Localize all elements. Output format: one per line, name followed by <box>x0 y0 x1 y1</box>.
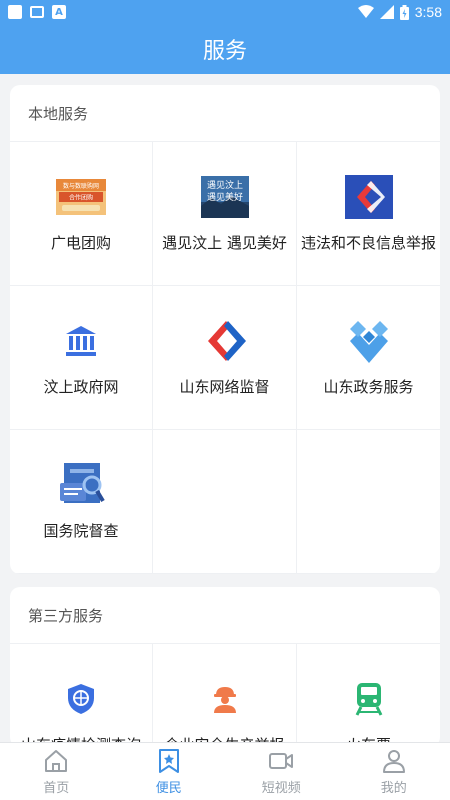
svg-text:遇见美好: 遇见美好 <box>206 191 242 203</box>
wifi-icon <box>357 5 374 18</box>
home-icon <box>45 749 68 772</box>
nav-services[interactable]: 便民 <box>113 743 226 800</box>
service-report[interactable]: 违法和不良信息举报 <box>297 142 440 286</box>
video-camera-icon <box>269 752 294 769</box>
service-state-council[interactable]: 国务院督查 <box>10 430 153 574</box>
third-party-services-grid: 山东疫情检测查询 企业安全生产举报 <box>10 644 440 747</box>
report-icon <box>344 174 394 220</box>
service-epidemic-query[interactable]: 山东疫情检测查询 <box>10 644 153 747</box>
shield-check-icon <box>56 676 106 722</box>
service-label: 违法和不良信息举报 <box>300 234 436 252</box>
state-council-inspection-icon <box>56 462 106 508</box>
nav-home[interactable]: 首页 <box>0 743 113 800</box>
local-services-header: 本地服务 <box>10 85 440 142</box>
page-title: 服务 <box>202 39 247 64</box>
service-wenshang[interactable]: 遇见汶上 遇见美好 遇见汶上 遇见美好 <box>153 142 297 286</box>
empty-cell <box>153 430 297 574</box>
service-label: 遇见汶上 遇见美好 <box>162 234 287 252</box>
nav-label: 首页 <box>43 780 70 796</box>
service-shandong-gov-service[interactable]: 山东政务服务 <box>297 286 440 430</box>
service-label: 国务院督查 <box>43 522 119 540</box>
status-right: 3:58 <box>357 4 442 20</box>
nav-short-video[interactable]: 短视频 <box>225 743 338 800</box>
bookmark-star-icon <box>158 748 179 773</box>
notification-icon <box>8 5 22 19</box>
service-train-ticket[interactable]: 火车票 <box>297 644 440 747</box>
bottom-nav: 首页 便民 短视频 我的 <box>0 742 450 800</box>
a-notification-icon: A <box>52 5 66 19</box>
service-group-buy[interactable]: 数与数联购网 合作团购 广电团购 <box>10 142 153 286</box>
service-label: 山东政务服务 <box>323 378 414 396</box>
train-icon <box>344 676 394 722</box>
group-buy-banner-icon: 数与数联购网 合作团购 <box>56 174 106 220</box>
service-label: 广电团购 <box>50 234 111 252</box>
nav-label: 便民 <box>155 780 182 796</box>
empty-cell <box>297 430 440 574</box>
nav-label: 短视频 <box>261 780 301 796</box>
signal-icon <box>379 5 394 19</box>
battery-icon <box>399 4 409 20</box>
local-services-grid: 数与数联购网 合作团购 广电团购 遇见汶上 遇见美好 遇见汶上 遇见美好 违法和… <box>10 142 440 574</box>
service-shandong-network[interactable]: 山东网络监督 <box>153 286 297 430</box>
wenshang-banner-icon: 遇见汶上 遇见美好 <box>200 174 250 220</box>
service-safety-report[interactable]: 企业安全生产举报 <box>153 644 297 747</box>
image-notification-icon <box>30 6 44 18</box>
app-bar: 服务 <box>0 24 450 74</box>
status-notifications: A <box>8 5 66 19</box>
status-bar: A 3:58 <box>0 0 450 24</box>
user-icon <box>382 749 405 773</box>
svg-text:遇见汶上: 遇见汶上 <box>206 179 242 191</box>
nav-label: 我的 <box>380 780 407 796</box>
local-services-card: 本地服务 数与数联购网 合作团购 广电团购 遇见汶上 遇见美好 遇见汶上 遇见美… <box>10 85 440 574</box>
service-wenshang-gov[interactable]: 汶上政府网 <box>10 286 153 430</box>
shandong-network-icon <box>200 318 250 364</box>
status-time: 3:58 <box>414 4 442 20</box>
svg-text:数与数联购网: 数与数联购网 <box>63 182 99 190</box>
government-building-icon <box>56 318 106 364</box>
service-label: 山东网络监督 <box>179 378 270 396</box>
shandong-gov-service-icon <box>344 318 394 364</box>
worker-helmet-icon <box>200 676 250 722</box>
svg-text:合作团购: 合作团购 <box>69 194 93 202</box>
nav-profile[interactable]: 我的 <box>338 743 450 800</box>
third-party-services-header: 第三方服务 <box>10 587 440 644</box>
service-label: 汶上政府网 <box>43 378 119 396</box>
third-party-services-card: 第三方服务 山东疫情检测查询 企业安全生产举报 <box>10 587 440 747</box>
